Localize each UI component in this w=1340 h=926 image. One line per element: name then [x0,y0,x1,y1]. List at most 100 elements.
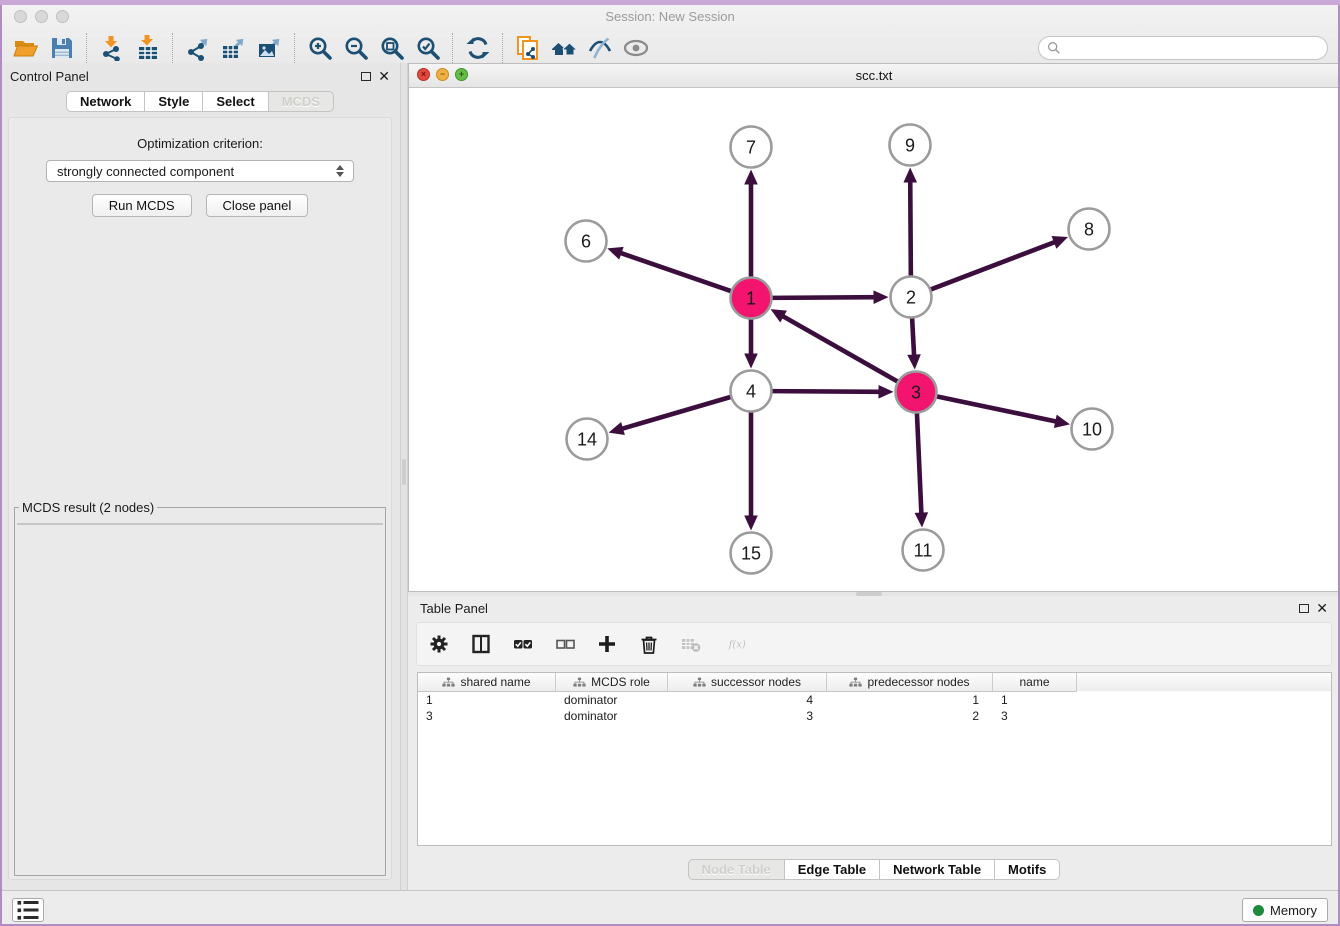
cell-mcds-role[interactable]: dominator [556,708,668,724]
close-panel-button[interactable]: Close panel [206,194,309,217]
arrowhead-icon [744,354,758,369]
edge-2-3[interactable] [912,317,914,356]
edge-1-2[interactable] [771,297,875,298]
run-mcds-button[interactable]: Run MCDS [92,194,192,217]
add-column-icon[interactable] [595,632,619,656]
node-label: 14 [577,429,597,449]
column-label: name [1019,675,1049,689]
status-bar: Memory [0,890,1340,926]
tab-network[interactable]: Network [66,91,145,112]
cell-successor-nodes[interactable]: 4 [668,692,827,708]
cell-shared-name[interactable]: 3 [418,708,556,724]
float-panel-icon[interactable] [361,72,371,81]
search-box[interactable] [1038,36,1328,60]
first-neighbors-icon[interactable] [546,32,582,64]
export-network-icon[interactable] [180,32,216,64]
tab-motifs[interactable]: Motifs [995,859,1060,880]
edge-4-3[interactable] [771,391,880,392]
node-label: 3 [911,382,921,402]
cell-predecessor-nodes[interactable]: 2 [827,708,993,724]
cell-predecessor-nodes[interactable]: 1 [827,692,993,708]
tab-select[interactable]: Select [203,91,268,112]
tab-edge-table[interactable]: Edge Table [785,859,880,880]
memory-button[interactable]: Memory [1242,898,1328,922]
arrowhead-icon [1054,415,1070,428]
column-header-name[interactable]: name [993,673,1077,692]
optimization-criterion-select[interactable]: strongly connected component [46,160,354,182]
titlebar: Session: New Session [0,5,1340,28]
edge-2-9[interactable] [910,180,911,276]
close-panel-icon[interactable]: ✕ [1316,603,1328,613]
zoom-selected-icon[interactable] [410,32,446,64]
table-toolbar: f(x) [416,622,1332,666]
zoom-in-icon[interactable] [302,32,338,64]
function-builder-icon: f(x) [721,632,755,656]
tab-mcds[interactable]: MCDS [269,91,334,112]
splitter-grip[interactable] [402,459,406,485]
toolbar-separator [452,33,454,63]
clear-selection-icon[interactable] [553,632,577,656]
zoom-fit-icon[interactable] [374,32,410,64]
cell-mcds-role[interactable]: dominator [556,692,668,708]
split-columns-icon[interactable] [469,632,493,656]
vertical-splitter[interactable] [400,63,408,890]
export-table-icon[interactable] [216,32,252,64]
float-panel-icon[interactable] [1299,604,1309,613]
toolbar-separator [502,33,504,63]
apply-layout-icon[interactable] [460,32,496,64]
mcds-result-list[interactable]: 13 [17,523,383,525]
delete-column-icon[interactable] [637,632,661,656]
task-history-button[interactable] [12,898,44,922]
edge-3-11[interactable] [917,412,922,514]
close-panel-icon[interactable]: ✕ [378,71,390,81]
tab-node-table[interactable]: Node Table [688,859,785,880]
tab-style[interactable]: Style [145,91,203,112]
arrowhead-icon [744,516,758,531]
table-row[interactable]: 1dominator411 [418,692,1331,708]
open-file-icon[interactable] [8,32,44,64]
node-label: 15 [741,543,761,563]
column-header-predecessor-nodes[interactable]: predecessor nodes [827,673,993,692]
attribute-icon [693,677,706,688]
select-all-icon[interactable] [511,632,535,656]
cell-name[interactable]: 3 [993,708,1077,724]
zoom-out-icon[interactable] [338,32,374,64]
show-all-icon[interactable] [618,32,654,64]
optimization-criterion-label: Optimization criterion: [137,136,263,151]
import-network-icon[interactable] [94,32,130,64]
arrowhead-icon [1052,236,1068,249]
tab-network-table[interactable]: Network Table [880,859,995,880]
settings-icon[interactable] [427,632,451,656]
window-top-accent [0,0,1340,5]
table-row[interactable]: 3dominator323 [418,708,1331,724]
new-network-from-selection-icon[interactable] [510,32,546,64]
column-header-successor-nodes[interactable]: successor nodes [668,673,827,692]
network-graph-canvas[interactable]: 7968124314101511 [409,88,1339,592]
edge-2-8[interactable] [930,242,1056,290]
node-label: 6 [581,231,591,251]
save-session-icon[interactable] [44,32,80,64]
edge-4-14[interactable] [621,397,731,429]
column-label: successor nodes [711,675,801,689]
column-header-mcds-role[interactable]: MCDS role [556,673,668,692]
import-table-icon[interactable] [130,32,166,64]
cell-successor-nodes[interactable]: 3 [668,708,827,724]
cell-shared-name[interactable]: 1 [418,692,556,708]
node-label: 8 [1084,219,1094,239]
arrowhead-icon [607,247,623,260]
export-image-icon[interactable] [252,32,288,64]
column-label: shared name [460,675,530,689]
node-label: 10 [1082,419,1102,439]
toolbar-separator [172,33,174,63]
edge-3-1[interactable] [782,316,898,382]
mcds-result-title: MCDS result (2 nodes) [19,500,157,515]
search-input[interactable] [1066,40,1319,57]
arrowhead-icon [907,354,921,369]
hide-selected-icon[interactable] [582,32,618,64]
edge-3-10[interactable] [936,396,1057,421]
edge-1-6[interactable] [620,253,732,292]
cell-name[interactable]: 1 [993,692,1077,708]
main-toolbar [8,31,654,65]
column-header-shared-name[interactable]: shared name [418,673,556,692]
toolbar-separator [86,33,88,63]
